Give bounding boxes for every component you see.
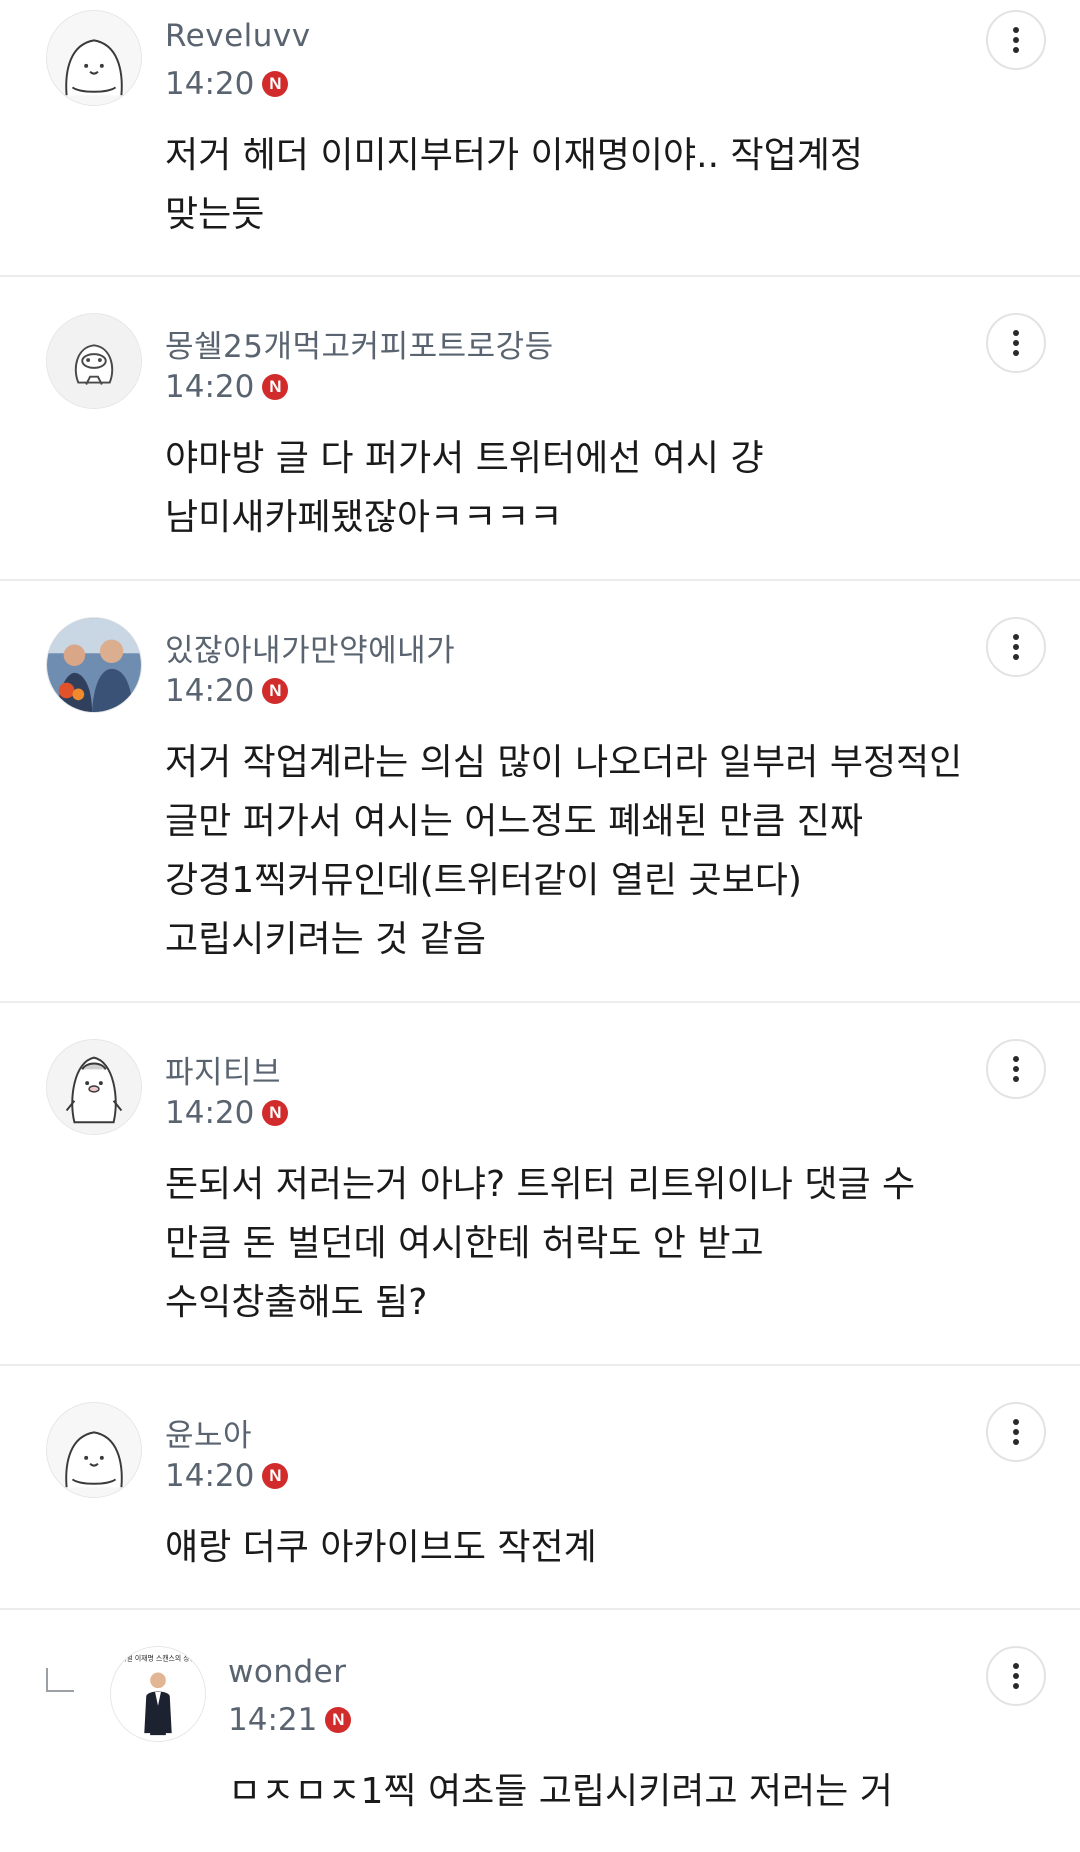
timestamp: 14:20 [165,673,255,709]
more-vertical-icon [1013,1056,1019,1082]
comment-text: 저거 헤더 이미지부터가 이재명이야.. 작업계정 맞는듯 [165,135,863,235]
comment-item: Reveluvv 14:20 N 저거 헤더 이미지부터가 이재명이야.. 작업… [0,0,1080,277]
seal-icon [47,1403,141,1497]
timestamp: 14:20 [165,1458,255,1494]
more-options-button[interactable] [986,10,1046,70]
more-options-button[interactable] [986,1402,1046,1462]
more-options-button[interactable] [986,313,1046,373]
new-badge-icon: N [262,71,289,97]
seal-character-avatar[interactable] [46,10,142,106]
timestamp: 14:21 [228,1702,318,1738]
comment-text: 야마방 글 다 퍼가서 트위터에선 여시 걍 남미새카페됐잖아ㅋㅋㅋㅋ [165,438,764,538]
reply-comment-item: 리얼 이재명 스캔스의 상황 wonder 14:21 N ㅁㅈㅁㅈ1찍 여초들… [0,1636,1080,1852]
nickname[interactable]: 몽쉘25개먹고커피포트로강등 [165,321,554,366]
photo-avatar[interactable] [46,617,142,713]
comment-item: 파지티브 14:20 N 돈되서 저러는거 아냐? 트위터 리트위이나 댓글 수… [0,1029,1080,1366]
time-row: 14:20 N [165,673,289,709]
comment-text: 돈되서 저러는거 아냐? 트위터 리트위이나 댓글 수 만큼 돈 벌던데 여시한… [165,1164,916,1323]
poster-avatar[interactable]: 리얼 이재명 스캔스의 상황 [110,1646,206,1742]
new-badge-icon: N [262,1100,289,1126]
duck-character-avatar[interactable] [46,313,142,409]
new-badge-icon: N [262,678,289,704]
comment-text: ㅁㅈㅁㅈ1찍 여초들 고립시키려고 저러는 거 [228,1771,893,1812]
time-row: 14:20 N [165,1458,289,1494]
timestamp: 14:20 [165,66,255,102]
poster-icon: 리얼 이재명 스캔스의 상황 [111,1647,205,1741]
reply-arrow-icon [46,1668,74,1692]
time-row: 14:20 N [165,66,289,102]
avatar-caption: 리얼 이재명 스캔스의 상황 [120,1654,196,1663]
more-vertical-icon [1013,1663,1019,1689]
time-row: 14:20 N [165,369,289,405]
seal-icon [47,11,141,105]
comment-item: 몽쉘25개먹고커피포트로강등 14:20 N 야마방 글 다 퍼가서 트위터에선… [0,303,1080,581]
comment-item: 윤노아 14:20 N 얘랑 더쿠 아카이브도 작전계 [0,1392,1080,1610]
more-vertical-icon [1013,1419,1019,1445]
timestamp: 14:20 [165,1095,255,1131]
duck-icon [47,314,141,408]
nickname[interactable]: 파지티브 [165,1047,281,1092]
penguin-character-avatar[interactable] [46,1039,142,1135]
more-options-button[interactable] [986,617,1046,677]
new-badge-icon: N [262,374,289,400]
timestamp: 14:20 [165,369,255,405]
penguin-icon [47,1040,141,1134]
nickname[interactable]: Reveluvv [165,18,311,54]
nickname[interactable]: wonder [228,1654,346,1690]
seal-character-avatar[interactable] [46,1402,142,1498]
nickname[interactable]: 있잖아내가만약에내가 [165,625,455,670]
more-vertical-icon [1013,27,1019,53]
comment-text: 저거 작업계라는 의심 많이 나오더라 일부러 부정적인 글만 퍼가서 여시는 … [165,742,963,960]
comment-text: 얘랑 더쿠 아카이브도 작전계 [165,1527,597,1568]
more-vertical-icon [1013,330,1019,356]
new-badge-icon: N [325,1707,352,1733]
nickname[interactable]: 윤노아 [165,1410,252,1455]
time-row: 14:20 N [165,1095,289,1131]
comment-item: 있잖아내가만약에내가 14:20 N 저거 작업계라는 의심 많이 나오더라 일… [0,607,1080,1003]
more-options-button[interactable] [986,1646,1046,1706]
more-vertical-icon [1013,634,1019,660]
new-badge-icon: N [262,1463,289,1489]
time-row: 14:21 N [228,1702,352,1738]
comment-list: Reveluvv 14:20 N 저거 헤더 이미지부터가 이재명이야.. 작업… [0,0,1080,1852]
more-options-button[interactable] [986,1039,1046,1099]
photo-icon [47,618,141,712]
